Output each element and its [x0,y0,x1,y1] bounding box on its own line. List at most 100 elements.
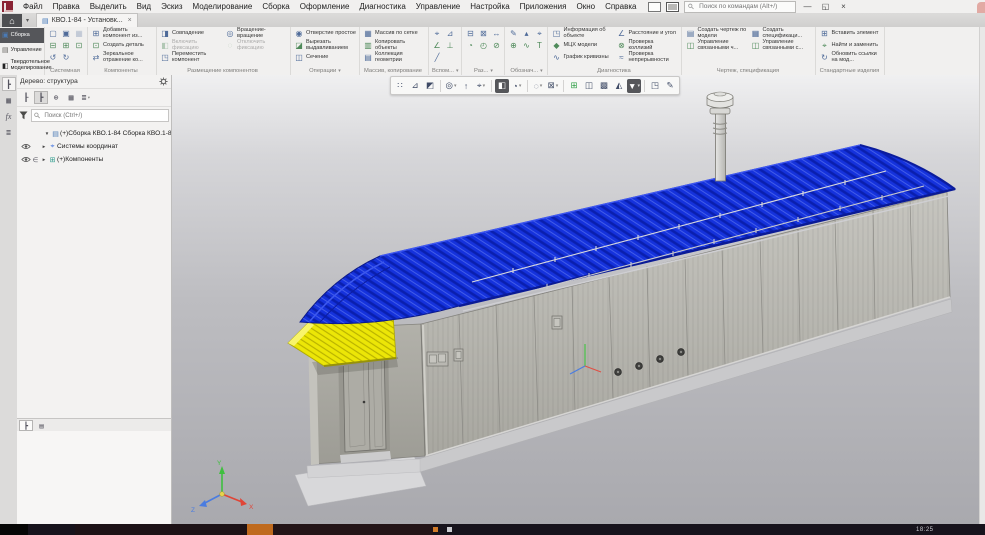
origin-triad[interactable]: Y X Z [191,460,254,514]
ribbon-button[interactable]: ∿ График кривизны [551,52,613,64]
viewport-tool-button[interactable]: ◩ [423,79,437,93]
menu-item[interactable]: Вид [132,2,156,11]
ribbon-button[interactable]: ⊞ Добавить компонент из... [91,28,153,40]
menu-item[interactable]: Сборка [257,2,294,11]
ribbon-section-caption[interactable]: Стандартные изделия [819,66,881,75]
ribbon-button[interactable]: ⊡ [74,40,84,52]
ribbon-button[interactable]: ⌖ [534,28,544,40]
ribbon-button[interactable]: ◪ Вырезать выдавливанием [294,40,356,52]
ribbon-button[interactable]: T [534,40,544,52]
viewport-tool-button[interactable]: ⊿ [408,79,422,93]
tree-bottom-tab[interactable]: ▤ [35,420,48,431]
panel-strip-button[interactable]: ┣ [2,77,16,91]
viewport-tool-button[interactable]: ▩ [597,79,611,93]
app-logo[interactable] [2,1,13,12]
viewport-tool-button[interactable]: ▼ [627,79,641,93]
viewport-tool-button[interactable] [644,80,645,92]
ribbon-section-caption[interactable]: Массив, копирование [363,66,425,75]
ribbon-button[interactable]: ◔ [465,40,475,52]
command-search[interactable] [684,1,796,13]
ribbon-button[interactable]: ⊥ [445,40,455,52]
tree-toolbar-button[interactable]: ┣ [34,91,48,104]
ribbon-button[interactable]: ⊕ [508,40,518,52]
ribbon-button[interactable]: ◳ Информация об объекте [551,28,613,40]
menu-item[interactable]: Правка [48,2,85,11]
viewport-tool-button[interactable]: ↑ [459,79,473,93]
viewport-tool-button[interactable]: ◭ [612,79,626,93]
ribbon-button[interactable]: ≈ Проверка непрерывности [616,52,678,64]
taskbar-icon[interactable] [433,527,438,532]
viewport-tool-button[interactable]: ◌ [531,79,545,93]
viewport-tool-button[interactable] [491,80,492,92]
taskbar-active-app[interactable] [247,524,273,535]
ribbon-button[interactable]: ◧ Включить фиксацию [160,40,222,52]
ribbon-section-caption[interactable]: Вспом... [432,66,458,75]
ribbon-button[interactable]: ◫ Управление связанными с... [750,40,812,52]
screen-mode-icon[interactable] [666,2,679,12]
ribbon-button[interactable]: ◫ Управление связанными ч... [685,40,747,52]
viewport-tool-button[interactable] [440,80,441,92]
menu-item[interactable]: Файл [18,2,48,11]
menu-item[interactable]: Диагностика [354,2,410,11]
tree-item-coordinate-systems[interactable]: ► ⌖ Системы координат [17,140,171,153]
taskbar-icon[interactable] [447,527,452,532]
ribbon-button[interactable]: ⌖ [432,28,442,40]
ribbon-button[interactable]: ↻ Обновить ссылки на мод... [819,52,881,64]
ribbon-section-caption[interactable]: Размещение компонентов [160,66,287,75]
menu-item[interactable]: Настройка [465,2,514,11]
menu-item[interactable]: Выделить [85,2,132,11]
home-dropdown-icon[interactable] [22,14,33,27]
panel-strip-button[interactable]: fx [2,109,16,123]
ribbon-button[interactable]: ⊿ [445,28,455,40]
viewport-tool-button[interactable]: ◧ [495,79,509,93]
viewport-tool-button[interactable]: ◎ [444,79,458,93]
panel-strip-button[interactable]: ▦ [2,93,16,107]
tree-toolbar-button[interactable]: ⊕ [49,91,63,104]
viewport-tool-button[interactable]: ⊞ [567,79,581,93]
filter-icon[interactable] [19,111,28,120]
document-tab[interactable]: ▤ КВО.1-84 - Установк... × [36,13,138,27]
ribbon-button[interactable]: ╱ [432,52,442,64]
ribbon-button[interactable]: ⊞ Вставить элемент [819,28,881,40]
command-search-input[interactable] [697,2,792,11]
ribbon-button[interactable]: ↻ [61,52,71,64]
ribbon-mode-button[interactable]: ◧ Твердотельное моделирование [0,59,44,74]
viewport-tool-button[interactable] [527,80,528,92]
tree-toolbar-button[interactable]: ┠ [19,91,33,104]
ribbon-section-caption[interactable]: Диагностика [551,66,678,75]
ribbon-section-caption[interactable]: Компоненты [91,66,153,75]
minimize-button[interactable]: — [801,1,814,12]
taskbar[interactable]: 18:25 [0,524,985,535]
ribbon-button[interactable]: ◆ МЦХ модели [551,40,613,52]
menu-item[interactable]: Моделирование [187,2,257,11]
ribbon-button[interactable]: ∠ [432,40,442,52]
expand-caret-icon[interactable]: ► [40,144,48,149]
tree-search-box[interactable] [31,109,169,122]
menu-item[interactable]: Оформление [295,2,355,11]
ribbon-section-caption[interactable]: Обознач... [508,66,544,75]
ribbon-section-caption[interactable]: Чертеж, спецификация [685,66,812,75]
visibility-eye-icon[interactable] [21,143,31,150]
ribbon-button[interactable]: ◳ Переместить компонент [160,52,222,64]
tree-item-components[interactable]: ∈ ► ⊞ (+)Компоненты [17,153,171,166]
ribbon-button[interactable]: ▢ [48,28,58,40]
home-button[interactable]: ⌂ [2,14,22,27]
ribbon-button[interactable]: ⊠ [478,28,488,40]
ribbon-button[interactable]: ↺ [48,52,58,64]
ribbon-mode-button[interactable]: ▣ Сборка [0,28,44,43]
ribbon-button[interactable]: ▣ [61,28,71,40]
ribbon-button[interactable]: ⊘ [491,40,501,52]
expand-caret-icon[interactable]: ► [40,157,48,162]
tab-close-icon[interactable]: × [128,17,132,24]
3d-viewport[interactable]: Y X Z [172,75,980,524]
ribbon-button[interactable]: ⇄ Зеркальное отражение ко... [91,52,153,64]
viewport-tool-button[interactable]: ◫ [582,79,596,93]
gear-icon[interactable] [159,77,168,86]
menu-item[interactable]: Приложения [515,2,572,11]
visibility-eye-icon[interactable] [21,156,31,163]
tree-toolbar-button[interactable]: ≣ [79,91,93,104]
menu-item[interactable]: Окно [571,2,600,11]
viewport-tool-button[interactable]: ⊠ [546,79,560,93]
menu-item[interactable]: Управление [411,2,465,11]
model-chimney[interactable] [707,92,733,181]
